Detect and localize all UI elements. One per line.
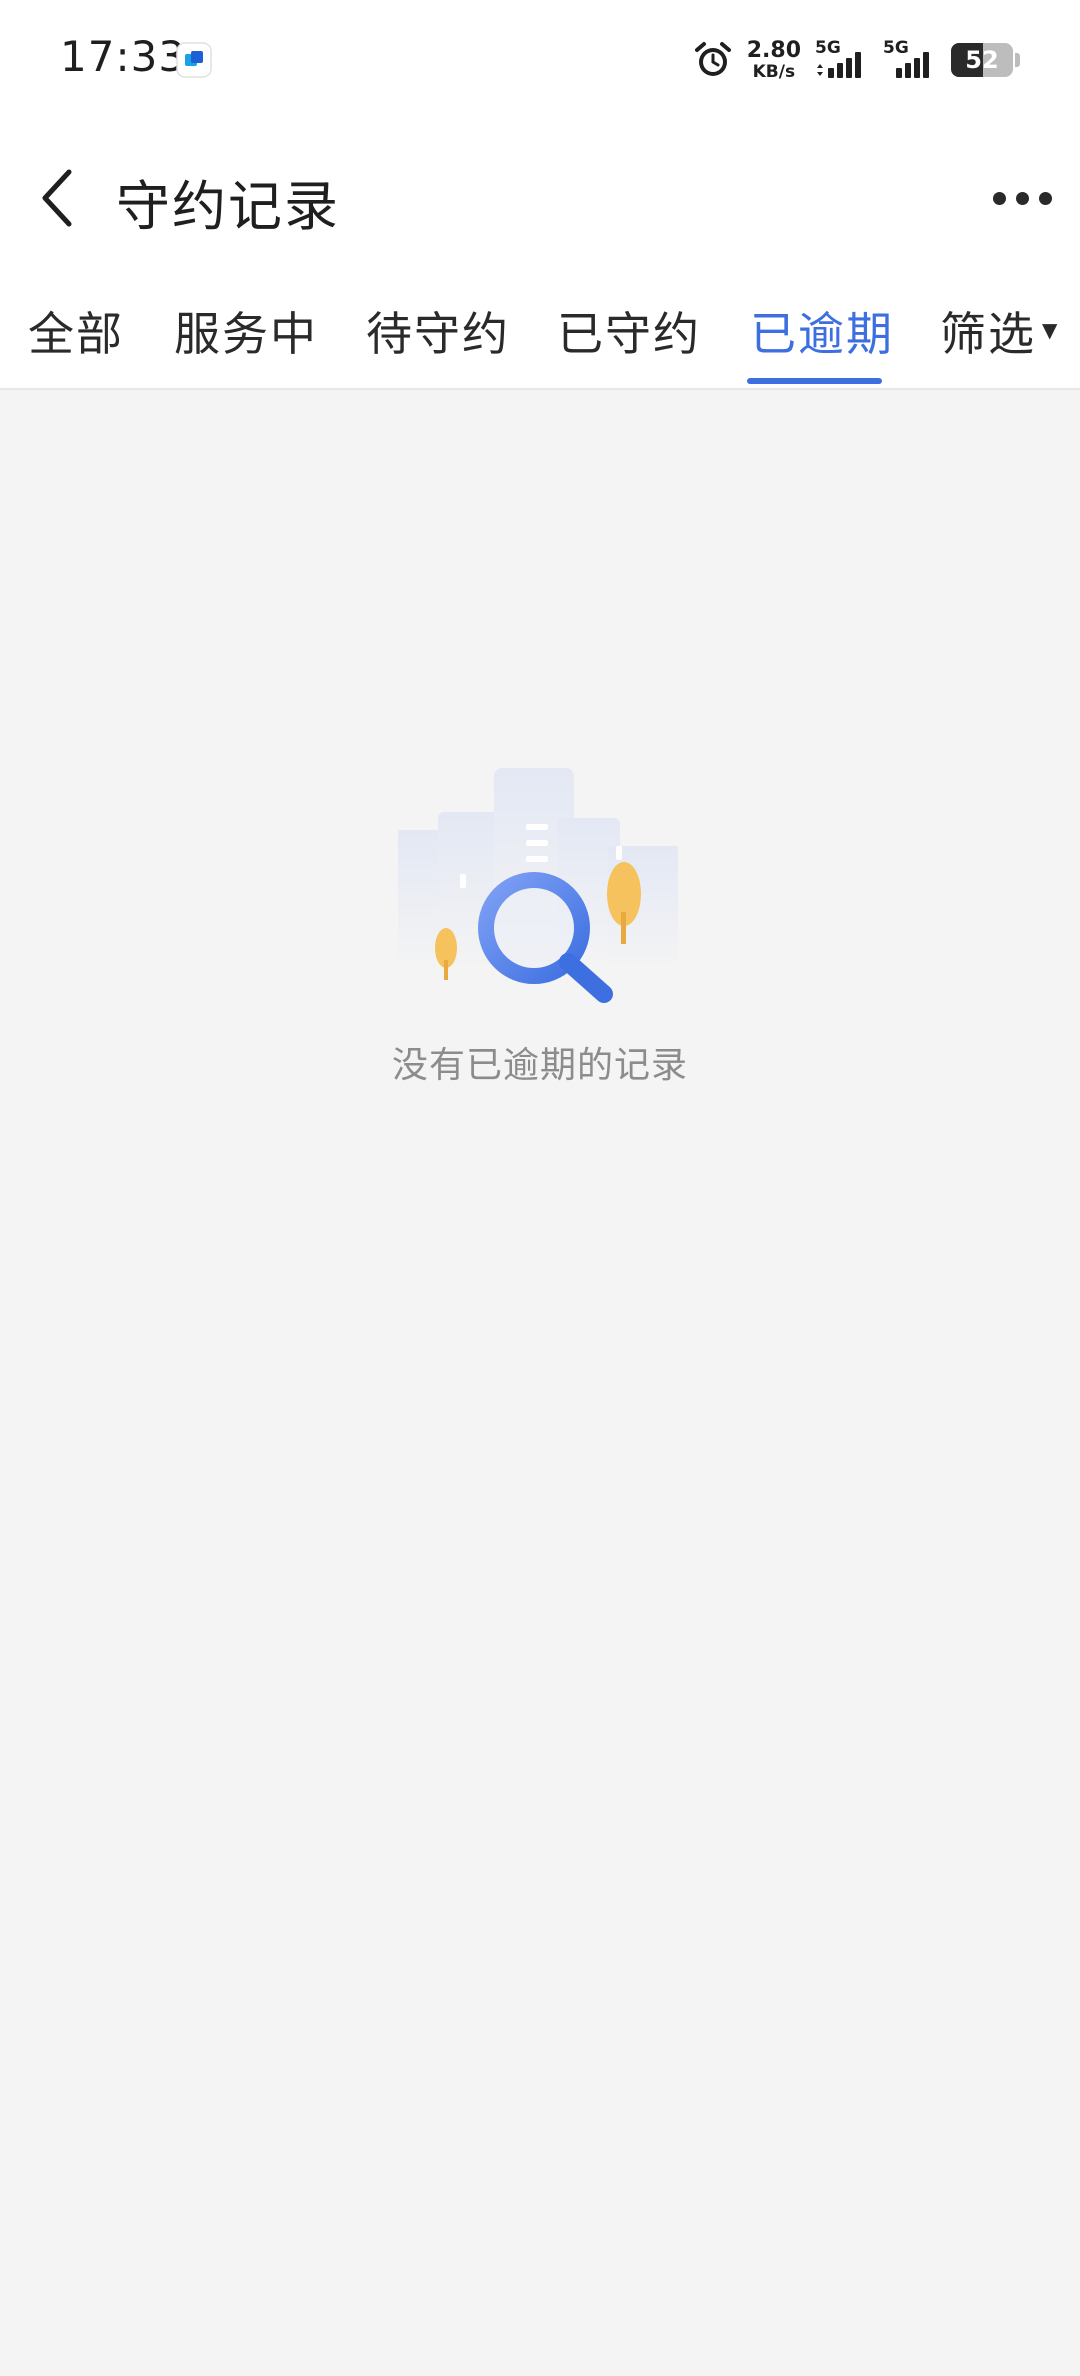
app-notification-icon	[176, 42, 212, 78]
empty-state-message: 没有已逾期的记录	[391, 1045, 688, 1086]
network-speed-value: 2.80	[746, 37, 801, 63]
status-time: 17:33	[60, 32, 187, 81]
active-tab-indicator	[747, 378, 882, 384]
filter-label: 筛选	[940, 307, 1036, 361]
signal-5g-2: 5G	[883, 38, 937, 82]
alarm-icon	[694, 42, 731, 76]
signal-bars-icon	[817, 52, 861, 78]
battery-level: 52	[965, 46, 999, 74]
back-button[interactable]	[26, 160, 88, 236]
more-dot-icon	[1015, 191, 1029, 205]
status-bar: 17:33 2.80 KB/s 5G 5G 52	[0, 0, 1080, 120]
tab-in-service[interactable]: 服务中	[174, 270, 318, 388]
tab-all[interactable]: 全部	[28, 270, 124, 388]
network-speed-unit: KB/s	[752, 61, 796, 82]
more-dot-icon	[1038, 191, 1052, 205]
page-title: 守约记录	[116, 175, 340, 238]
battery-tip	[1015, 53, 1020, 67]
network-speed: 2.80 KB/s	[746, 37, 801, 82]
tab-overdue[interactable]: 已逾期	[750, 270, 894, 388]
more-options-button[interactable]	[986, 172, 1058, 224]
battery-icon: 52	[951, 43, 1013, 77]
empty-search-illustration	[398, 768, 678, 1003]
filter-button[interactable]: 筛选 ▼	[940, 270, 1059, 388]
signal-5g-1: 5G	[815, 38, 869, 82]
tab-kept[interactable]: 已守约	[557, 270, 701, 388]
back-arrow-icon	[42, 169, 72, 227]
signal-bars-icon	[896, 52, 929, 78]
tab-pending[interactable]: 待守约	[366, 270, 510, 388]
more-dot-icon	[992, 191, 1006, 205]
dropdown-caret-icon: ▼	[1042, 318, 1060, 342]
app-header: 守约记录	[0, 120, 1080, 270]
tab-bar: 全部 服务中 待守约 已守约 已逾期 筛选 ▼	[0, 270, 1080, 390]
status-indicators: 2.80 KB/s 5G 5G 52	[693, 36, 1020, 84]
